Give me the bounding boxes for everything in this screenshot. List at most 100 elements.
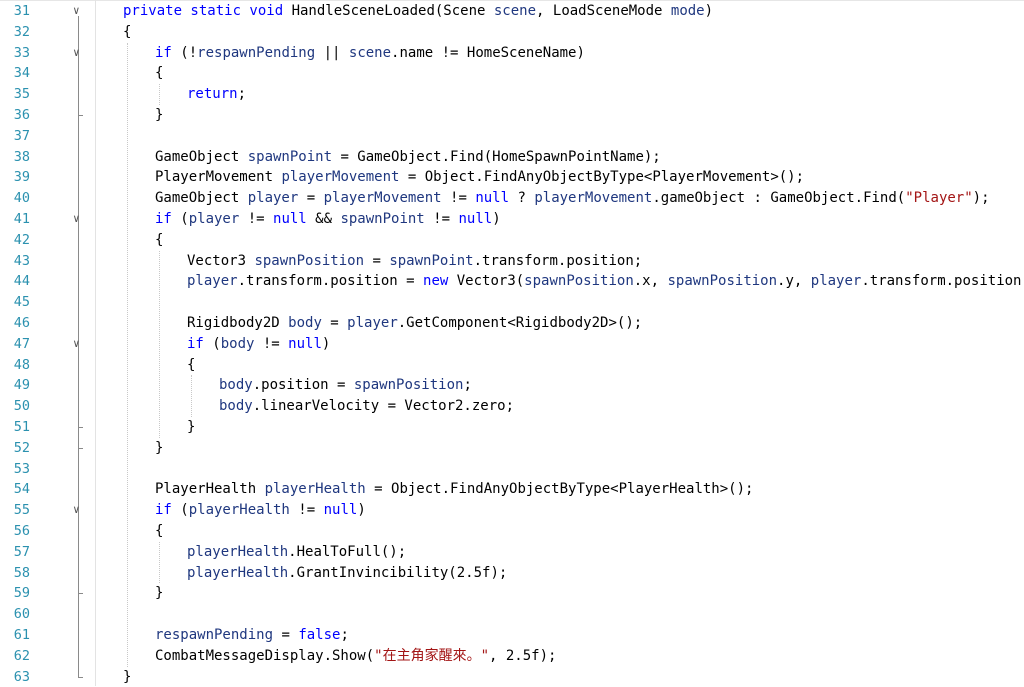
code-text: } [187,417,1024,438]
code-token: ); [972,190,990,207]
code-line[interactable]: 52} [0,438,1024,459]
code-line[interactable]: 41 ∨ if (player != null && spawnPoint != n… [0,209,1024,230]
code-line[interactable]: 63} [0,667,1024,687]
line-number: 47 [13,335,30,352]
code-text: { [155,63,1024,84]
code-token: playerMovement [281,169,400,186]
code-token: != [441,190,476,207]
code-line[interactable]: 59} [0,583,1024,604]
line-number: 62 [13,647,30,664]
code-token: player [188,211,240,227]
code-token: "Player" [905,190,973,207]
line-number: 63 [13,668,30,685]
code-token: { [155,231,164,248]
code-line[interactable]: 47 ∨ if (body != null) [0,334,1024,355]
code-token: .transform.position = [237,273,424,290]
code-token: , 2.5f); [489,647,557,664]
code-line[interactable]: 45 [0,292,1024,313]
line-number: 35 [13,86,30,103]
code-token: HandleSceneLoaded(Scene [291,3,494,19]
code-token: respawnPending [197,44,316,61]
code-line[interactable]: 37 [0,126,1024,147]
code-token: null [323,502,358,519]
code-token: ; [463,377,472,394]
code-text: } [155,438,1024,459]
code-text: GameObject spawnPoint = GameObject.Find(… [155,147,1024,168]
code-line[interactable]: 54 PlayerHealth playerHealth = Object.Fin… [0,479,1024,500]
code-line[interactable]: 36} [0,105,1024,126]
code-token: } [155,439,164,456]
code-line[interactable]: 62 CombatMessageDisplay.Show("在主角家醒來。", 2… [0,646,1024,667]
fold-chevron-icon[interactable]: ∨ [73,500,83,521]
code-token: .GetComponent<Rigidbody2D>(); [397,315,643,331]
code-line[interactable]: 42 { [0,230,1024,251]
code-line[interactable]: 60 [0,604,1024,625]
code-token: .transform.position.z); [861,273,1024,290]
code-token: spawnPoint [247,148,333,165]
code-line[interactable]: 58 playerHealth.GrantInvincibility(2.5f); [0,563,1024,584]
code-token: if [155,211,172,227]
code-token: .gameObject : GameObject.Find( [652,190,906,207]
code-token: .transform.position; [473,252,643,269]
code-line[interactable]: 33 ∨ if (!respawnPending || scene.name != … [0,43,1024,64]
code-line[interactable]: 39 PlayerMovement playerMovement = Object… [0,167,1024,188]
code-token: = [298,190,324,207]
line-number: 49 [13,377,30,394]
code-line[interactable]: 38 GameObject spawnPoint = GameObject.Fin… [0,147,1024,168]
code-text: if (body != null) [187,334,1024,355]
code-token: ) [704,3,714,19]
line-number: 33 [13,44,30,61]
code-line[interactable]: 44 player.transform.position = new Vector… [0,271,1024,292]
code-line[interactable]: 49 body.position = spawnPosition; [0,375,1024,396]
code-line[interactable]: 56 { [0,521,1024,542]
code-token: (! [171,44,198,61]
code-token: null [458,211,493,227]
code-text: player.transform.position = new Vector3(… [187,271,1024,292]
code-token: { [123,23,132,40]
code-token: false [298,627,341,643]
code-text: return; [187,84,1024,105]
code-token: "在主角家醒來。" [374,647,490,664]
code-token: != [239,211,274,227]
code-line[interactable]: 50 body.linearVelocity = Vector2.zero; [0,396,1024,417]
code-token: , LoadSceneMode [536,3,671,19]
code-line[interactable]: 55 ∨ if (playerHealth != null) [0,500,1024,521]
code-text: } [155,583,1024,604]
code-line[interactable]: 32 { [0,22,1024,43]
line-number: 48 [13,356,30,373]
code-line[interactable]: 46 Rigidbody2D body = player.GetComponent… [0,313,1024,334]
fold-chevron-icon[interactable]: ∨ [73,1,83,22]
code-token: spawnPosition [353,377,464,394]
code-line[interactable]: 61 respawnPending = false; [0,625,1024,646]
code-line[interactable]: 35 return; [0,84,1024,105]
code-line[interactable]: 43 Vector3 spawnPosition = spawnPoint.tra… [0,251,1024,272]
code-token: null [273,211,307,227]
code-token: playerMovement [534,190,653,207]
code-token: if [155,44,172,61]
line-number: 32 [13,23,30,40]
code-text: respawnPending = false; [155,625,1024,646]
code-text: body.position = spawnPosition; [219,375,1024,396]
code-text: GameObject player = playerMovement != nu… [155,188,1024,209]
code-token: .linearVelocity = Vector2.zero; [252,398,515,415]
code-line[interactable]: 34 { [0,63,1024,84]
code-editor[interactable]: 31 ∨ private static void HandleSceneLoaded… [0,0,1024,686]
code-line[interactable]: 40 GameObject player = playerMovement != … [0,188,1024,209]
fold-chevron-icon[interactable]: ∨ [73,334,83,355]
fold-chevron-icon[interactable]: ∨ [73,209,83,230]
code-token: ) [492,211,501,227]
code-line[interactable]: 48 { [0,355,1024,376]
code-line[interactable]: 53 [0,459,1024,480]
code-token: = GameObject.Find(HomeSpawnPointName); [332,148,661,165]
fold-chevron-icon[interactable]: ∨ [73,43,83,64]
code-token: != [289,502,324,519]
code-token: != [424,211,459,227]
code-token: || [315,44,349,61]
code-line[interactable]: 57 playerHealth.HealToFull(); [0,542,1024,563]
code-token: player [187,273,238,290]
code-token: ; [340,627,349,643]
code-text: if (player != null && spawnPoint != null… [155,209,1024,230]
code-line[interactable]: 51} [0,417,1024,438]
code-token: playerHealth [187,564,289,581]
code-line[interactable]: 31 ∨ private static void HandleSceneLoaded… [0,1,1024,22]
